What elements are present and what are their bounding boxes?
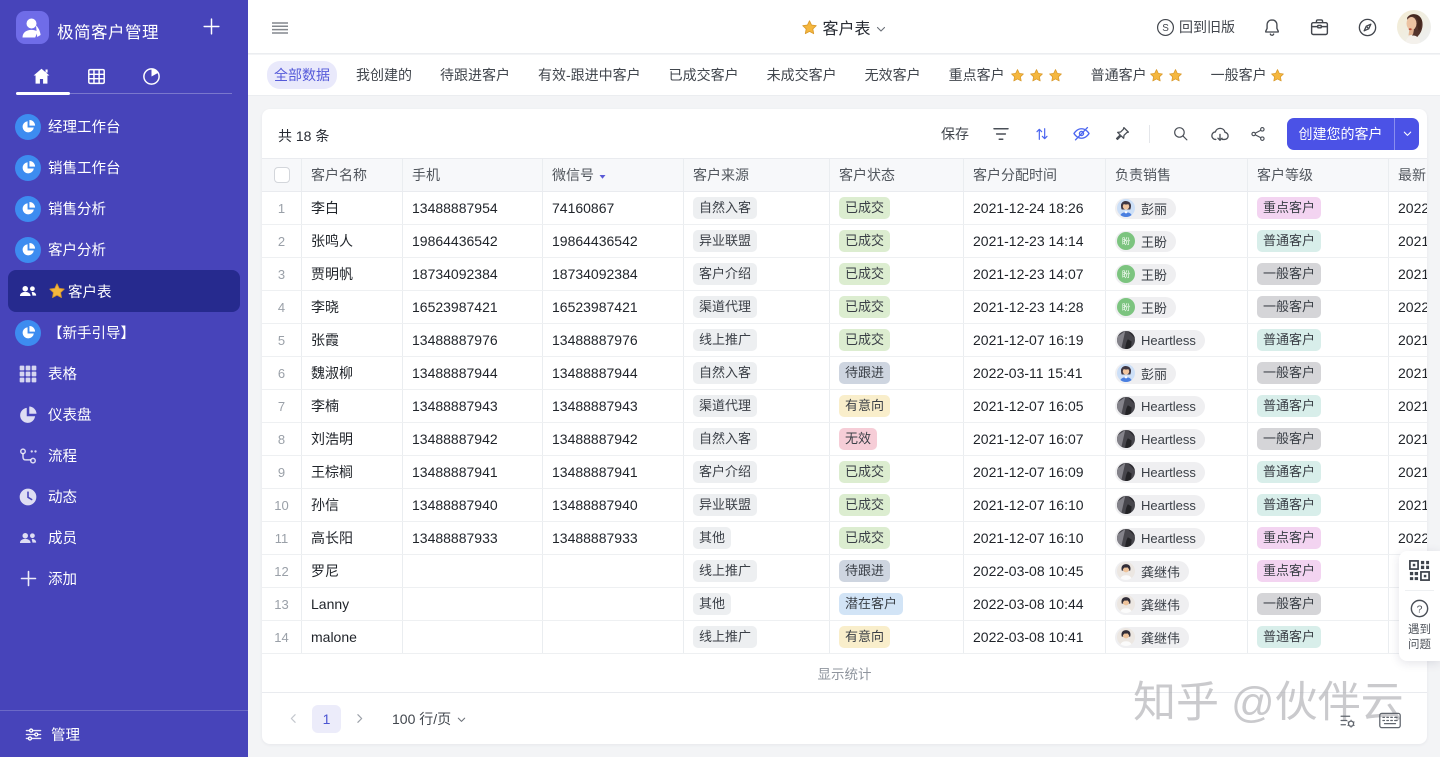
svg-text:盼: 盼 <box>1122 235 1130 247</box>
svg-text:盼: 盼 <box>1122 268 1130 280</box>
svg-text:盼: 盼 <box>1122 301 1130 313</box>
svg-text:?: ? <box>1417 603 1423 615</box>
svg-text:S: S <box>1162 22 1169 33</box>
